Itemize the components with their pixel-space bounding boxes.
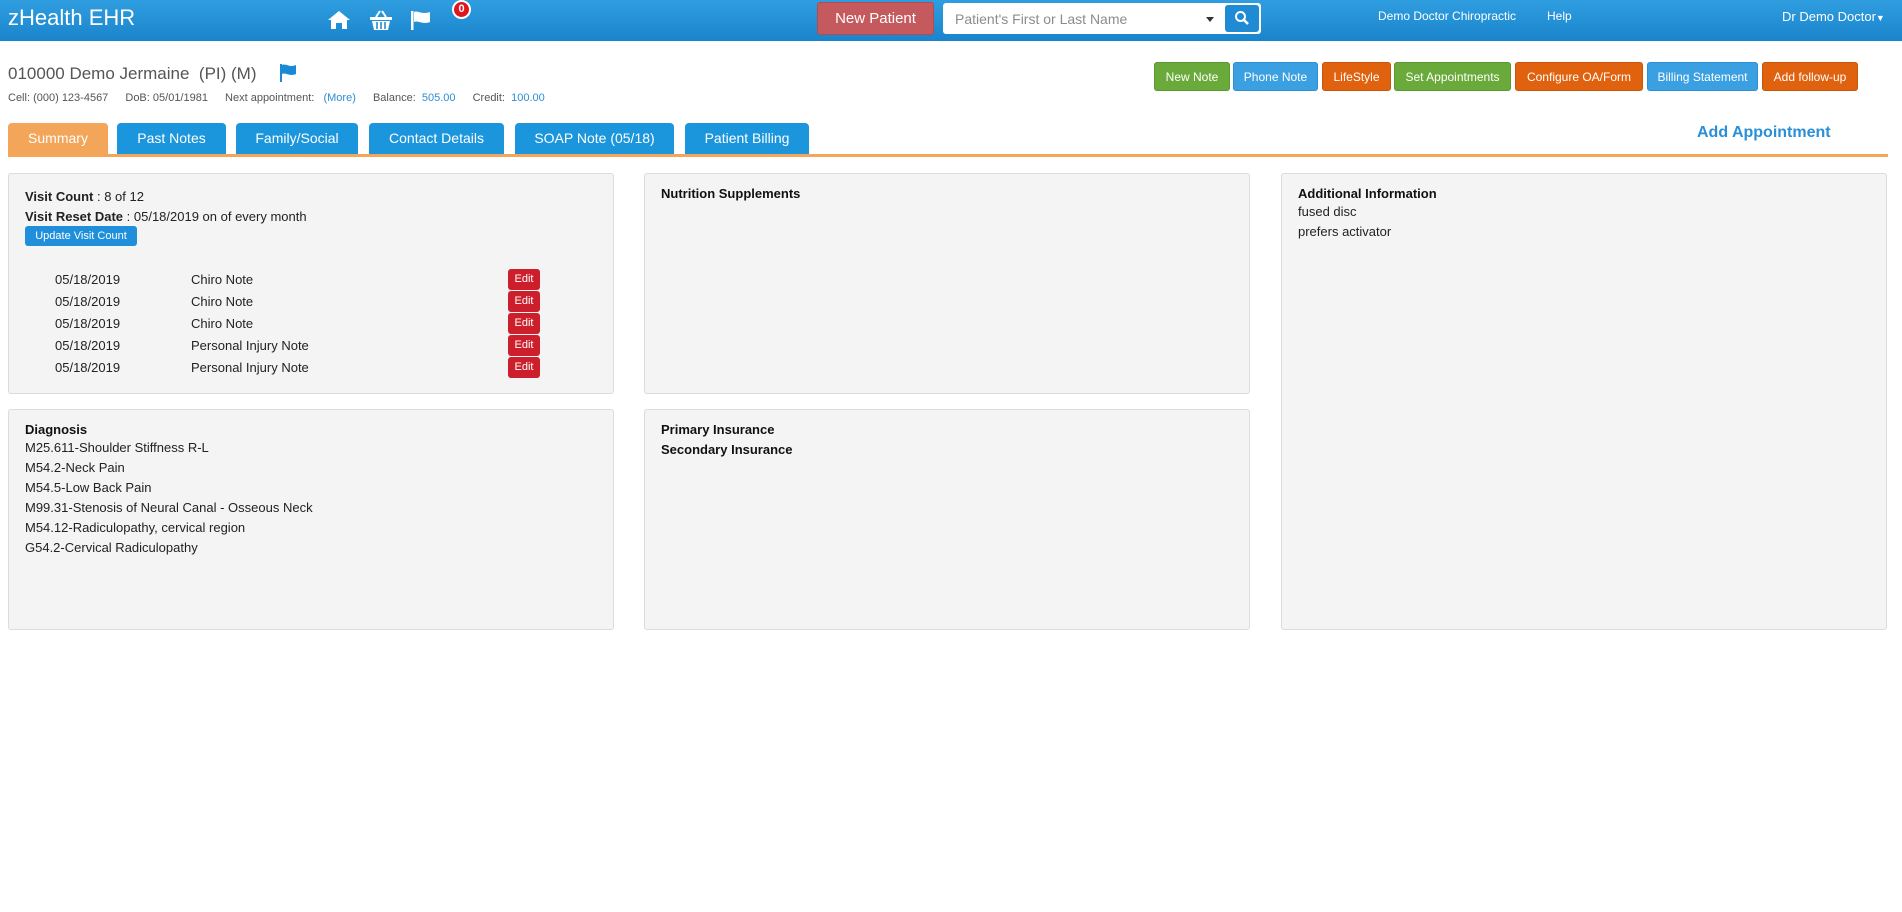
- note-type: Chiro Note: [191, 294, 254, 309]
- credit-label: Credit:: [472, 92, 505, 104]
- basket-icon[interactable]: [368, 9, 394, 31]
- note-type: Personal Injury Note: [191, 338, 309, 353]
- visit-reset-value: : 05/18/2019 on of every month: [123, 209, 307, 224]
- visit-reset-label: Visit Reset Date: [25, 209, 124, 224]
- dropdown-caret-icon[interactable]: [1203, 12, 1217, 26]
- cell-value: (000) 123-4567: [33, 92, 109, 104]
- visit-count: Visit Count : 8 of 12: [25, 189, 144, 204]
- note-type: Chiro Note: [191, 272, 254, 287]
- top-navbar: zHealth EHR 0 New Patient Demo Doctor Ch…: [0, 0, 1902, 41]
- add-follow-up-button[interactable]: Add follow-up: [1762, 62, 1858, 91]
- visit-reset-date: Visit Reset Date : 05/18/2019 on of ever…: [25, 209, 307, 224]
- patient-search: [943, 3, 1261, 34]
- billing-statement-button[interactable]: Billing Statement: [1647, 62, 1758, 91]
- nutrition-title: Nutrition Supplements: [661, 186, 801, 201]
- diagnosis-item: M99.31-Stenosis of Neural Canal - Osseou…: [25, 500, 313, 515]
- primary-insurance-title: Primary Insurance: [661, 422, 775, 437]
- note-type: Personal Injury Note: [191, 360, 309, 375]
- set-appointments-button[interactable]: Set Appointments: [1394, 62, 1511, 91]
- home-icon[interactable]: [326, 9, 352, 31]
- tabs-underline: [8, 154, 1888, 157]
- lifestyle-button[interactable]: LifeStyle: [1322, 62, 1391, 91]
- next-appt-more-link[interactable]: (More): [323, 92, 355, 104]
- diagnosis-item: G54.2-Cervical Radiculopathy: [25, 540, 198, 555]
- edit-note-button[interactable]: Edit: [508, 291, 540, 312]
- user-menu[interactable]: Dr Demo Doctor▼: [1782, 9, 1885, 24]
- insurance-panel: Primary Insurance Secondary Insurance: [644, 409, 1250, 630]
- diagnosis-item: M54.2-Neck Pain: [25, 460, 125, 475]
- additional-info-panel: Additional Information fused disc prefer…: [1281, 173, 1887, 630]
- dob-label: DoB:: [125, 92, 150, 104]
- help-link[interactable]: Help: [1547, 9, 1572, 23]
- note-row: 05/18/2019 Personal Injury Note Edit: [9, 335, 609, 357]
- diagnosis-item: M54.12-Radiculopathy, cervical region: [25, 520, 246, 535]
- edit-note-button[interactable]: Edit: [508, 313, 540, 334]
- patient-meta: Cell: (000) 123-4567 DoB: 05/01/1981 Nex…: [8, 92, 545, 104]
- search-button[interactable]: [1225, 5, 1259, 32]
- note-type: Chiro Note: [191, 316, 254, 331]
- next-appt-label: Next appointment:: [225, 92, 315, 104]
- additional-info-item: prefers activator: [1298, 224, 1392, 239]
- visit-count-label: Visit Count: [25, 189, 94, 204]
- tab-soap-note[interactable]: SOAP Note (05/18): [515, 123, 674, 154]
- phone-note-button[interactable]: Phone Note: [1233, 62, 1318, 91]
- diagnosis-title: Diagnosis: [25, 422, 88, 437]
- new-note-button[interactable]: New Note: [1154, 62, 1230, 91]
- diagnosis-item: M25.611-Shoulder Stiffness R-L: [25, 440, 209, 455]
- secondary-insurance-title: Secondary Insurance: [661, 442, 793, 457]
- nutrition-panel: Nutrition Supplements: [644, 173, 1250, 394]
- update-visit-count-button[interactable]: Update Visit Count: [25, 226, 137, 246]
- add-appointment-link[interactable]: Add Appointment: [1697, 124, 1831, 142]
- note-row: 05/18/2019 Chiro Note Edit: [9, 313, 609, 335]
- note-date: 05/18/2019: [55, 272, 121, 287]
- edit-note-button[interactable]: Edit: [508, 269, 540, 290]
- clinic-link[interactable]: Demo Doctor Chiropractic: [1378, 9, 1516, 23]
- credit-value[interactable]: 100.00: [511, 92, 545, 104]
- note-date: 05/18/2019: [55, 338, 121, 353]
- chevron-down-icon: ▼: [1875, 13, 1885, 23]
- notification-badge[interactable]: 0: [452, 0, 471, 19]
- configure-oa-form-button[interactable]: Configure OA/Form: [1515, 62, 1643, 91]
- visit-panel: Visit Count : 8 of 12 Visit Reset Date :…: [8, 173, 614, 394]
- patient-tags: (PI) (M): [198, 64, 257, 83]
- note-date: 05/18/2019: [55, 360, 121, 375]
- note-date: 05/18/2019: [55, 294, 121, 309]
- user-name: Dr Demo Doctor: [1782, 9, 1876, 24]
- note-row: 05/18/2019 Chiro Note Edit: [9, 291, 609, 313]
- diagnosis-panel: Diagnosis M25.611-Shoulder Stiffness R-L…: [8, 409, 614, 630]
- tab-past-notes[interactable]: Past Notes: [117, 123, 226, 154]
- cell-label: Cell:: [8, 92, 31, 104]
- patient-id-name: 010000 Demo Jermaine: [8, 64, 190, 83]
- tab-family-social[interactable]: Family/Social: [236, 123, 358, 154]
- search-icon: [1235, 11, 1249, 25]
- patient-name: 010000 Demo Jermaine (PI) (M): [8, 64, 257, 84]
- note-row: 05/18/2019 Chiro Note Edit: [9, 269, 609, 291]
- note-row: 05/18/2019 Personal Injury Note Edit: [9, 357, 609, 379]
- diagnosis-item: M54.5-Low Back Pain: [25, 480, 152, 495]
- balance-value[interactable]: 505.00: [422, 92, 456, 104]
- tab-patient-billing[interactable]: Patient Billing: [685, 123, 809, 154]
- visit-count-value: : 8 of 12: [93, 189, 144, 204]
- tab-contact-details[interactable]: Contact Details: [369, 123, 504, 154]
- patient-flag-icon[interactable]: [278, 63, 298, 83]
- additional-info-item: fused disc: [1298, 204, 1357, 219]
- note-date: 05/18/2019: [55, 316, 121, 331]
- balance-label: Balance:: [372, 92, 416, 104]
- app-title[interactable]: zHealth EHR: [8, 5, 135, 31]
- additional-info-title: Additional Information: [1298, 186, 1437, 201]
- flag-icon[interactable]: [408, 9, 434, 31]
- edit-note-button[interactable]: Edit: [508, 357, 540, 378]
- tab-summary[interactable]: Summary: [8, 123, 108, 154]
- dob-value: 05/01/1981: [152, 92, 208, 104]
- new-patient-button[interactable]: New Patient: [817, 2, 934, 35]
- patient-search-input[interactable]: [943, 3, 1221, 34]
- edit-note-button[interactable]: Edit: [508, 335, 540, 356]
